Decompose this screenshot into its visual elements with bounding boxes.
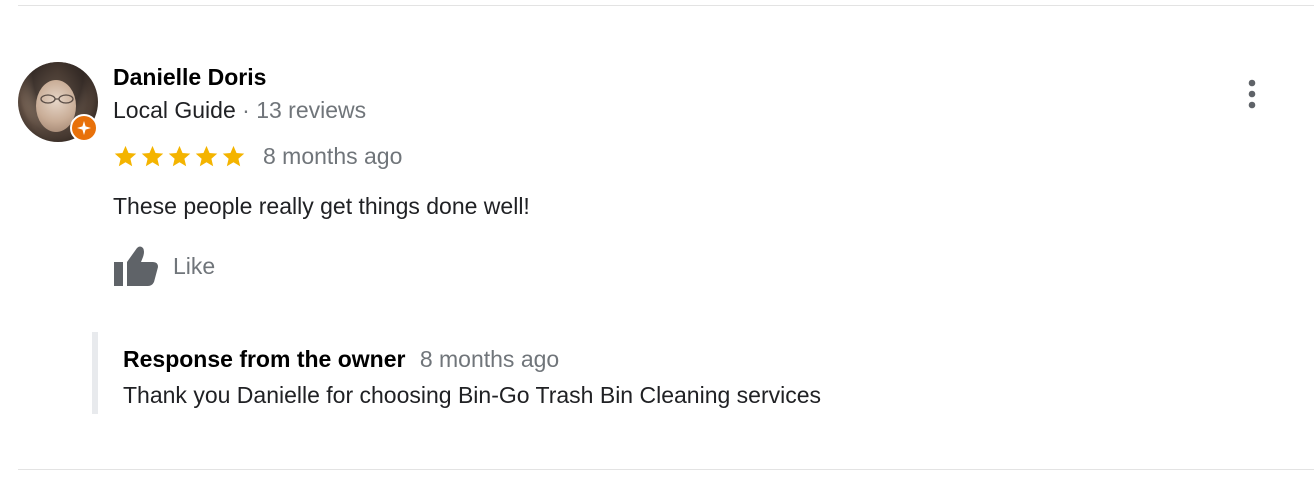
bottom-divider [18, 469, 1314, 470]
owner-response-time: 8 months ago [419, 346, 560, 372]
top-divider [18, 5, 1314, 6]
like-button[interactable]: Like [113, 244, 215, 288]
meta-separator: · [242, 97, 250, 123]
local-guide-star-icon [70, 114, 98, 142]
more-vert-icon [1248, 79, 1256, 109]
owner-response-title: Response from the owner [123, 346, 406, 372]
glasses-graphic [40, 94, 74, 104]
review-time: 8 months ago [263, 142, 403, 169]
review-card: Danielle Doris Local Guide · 13 reviews … [0, 0, 1314, 480]
thumbs-up-icon [114, 246, 158, 286]
more-options-button[interactable] [1236, 74, 1268, 114]
star-icon [168, 145, 191, 166]
reviewer-avatar[interactable] [18, 62, 98, 142]
reviewer-meta: Local Guide · 13 reviews [113, 97, 366, 124]
reviewer-name[interactable]: Danielle Doris [113, 64, 266, 91]
star-icon [195, 145, 218, 166]
star-icon [222, 145, 245, 166]
review-count[interactable]: 13 reviews [256, 97, 366, 123]
star-icon [141, 145, 164, 166]
owner-response-text: Thank you Danielle for choosing Bin-Go T… [123, 382, 822, 408]
like-label: Like [173, 252, 216, 279]
owner-response-header: Response from the owner 8 months ago [123, 346, 559, 373]
star-rating [113, 144, 246, 169]
review-text: These people really get things done well… [113, 193, 530, 219]
local-guide-label: Local Guide [113, 97, 236, 123]
rating-row: 8 months ago [113, 141, 402, 171]
star-icon [114, 145, 137, 166]
owner-response: Response from the owner 8 months ago Tha… [92, 332, 992, 414]
